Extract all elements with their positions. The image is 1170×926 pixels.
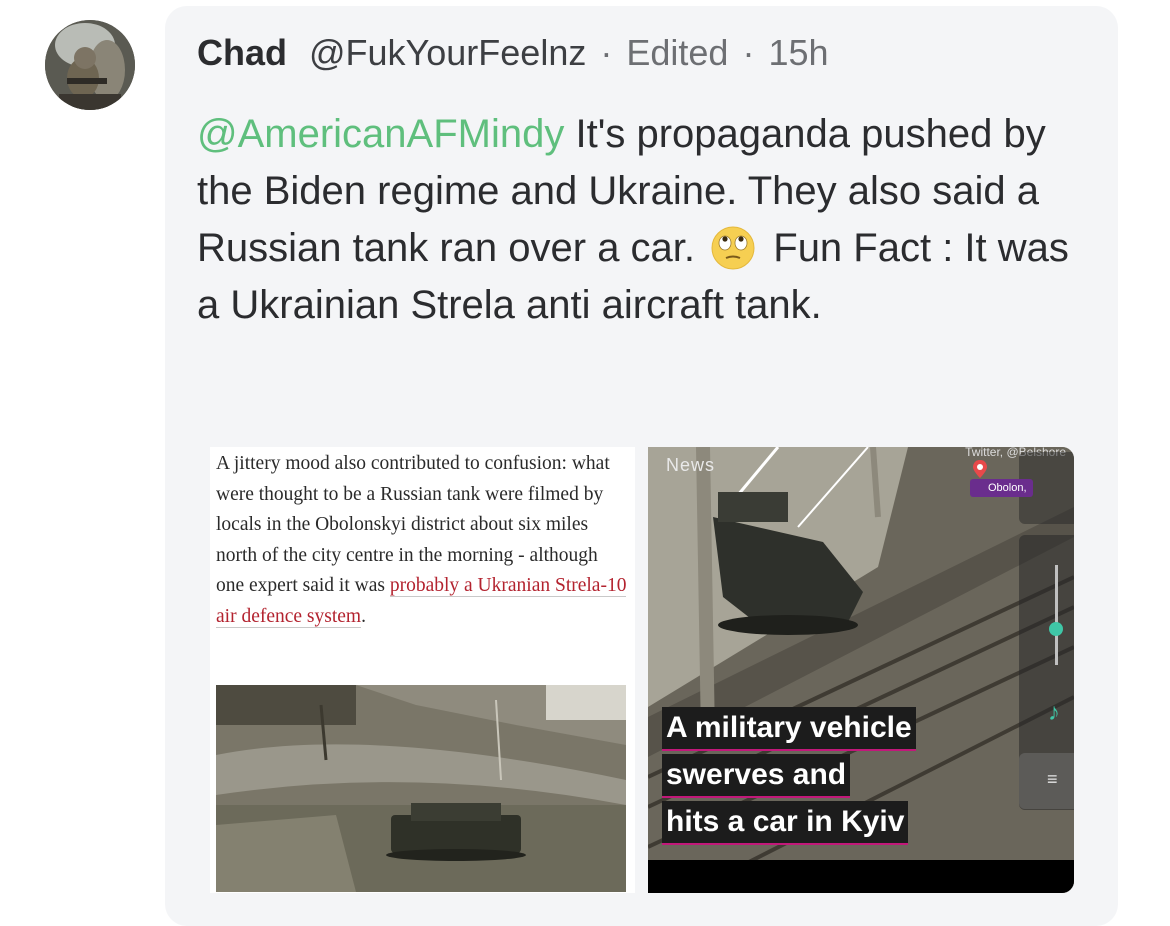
separator-dot: · xyxy=(742,32,755,73)
aerial-tank-photo xyxy=(216,685,626,892)
video-bottom-bar xyxy=(648,860,1074,893)
video-caption-line-1: A military vehicle xyxy=(662,707,916,751)
mention-link[interactable]: @AmericanAFMindy xyxy=(197,112,564,156)
article-excerpt: A jittery mood also contributed to confu… xyxy=(216,449,628,632)
news-logo: News xyxy=(666,455,716,475)
article-end: . xyxy=(361,605,366,627)
author-name[interactable]: Chad xyxy=(197,32,287,74)
rolling-eyes-emoji-icon xyxy=(711,226,755,270)
settings-sliders-icon[interactable]: ≡ xyxy=(1047,769,1058,790)
separator-dot: · xyxy=(600,32,613,73)
author-handle[interactable]: @FukYourFeelnz xyxy=(309,32,586,74)
location-pin-icon xyxy=(973,460,987,478)
comment-body: @AmericanAFMindy It's propaganda pushed … xyxy=(197,106,1097,334)
author-avatar[interactable] xyxy=(45,20,135,110)
music-note-icon[interactable]: ♪ xyxy=(1048,699,1060,727)
video-caption-line-2: swerves and xyxy=(662,754,851,798)
location-tag: Obolon, xyxy=(970,479,1033,497)
attached-image-article[interactable]: A jittery mood also contributed to confu… xyxy=(210,447,635,893)
attached-image-video-still[interactable]: News Twitter, @Belshore Obolon, ♪ ≡ A mi… xyxy=(648,447,1074,893)
timestamp[interactable]: 15h xyxy=(768,32,828,74)
volume-slider-track[interactable] xyxy=(1055,565,1058,665)
video-caption-line-3: hits a car in Kyiv xyxy=(662,801,909,845)
comment-header: Chad @FukYourFeelnz · Edited · 15h xyxy=(197,32,829,78)
volume-slider-knob[interactable] xyxy=(1049,622,1063,636)
edited-label: Edited xyxy=(626,32,729,73)
squirrel-avatar-image xyxy=(45,20,135,110)
